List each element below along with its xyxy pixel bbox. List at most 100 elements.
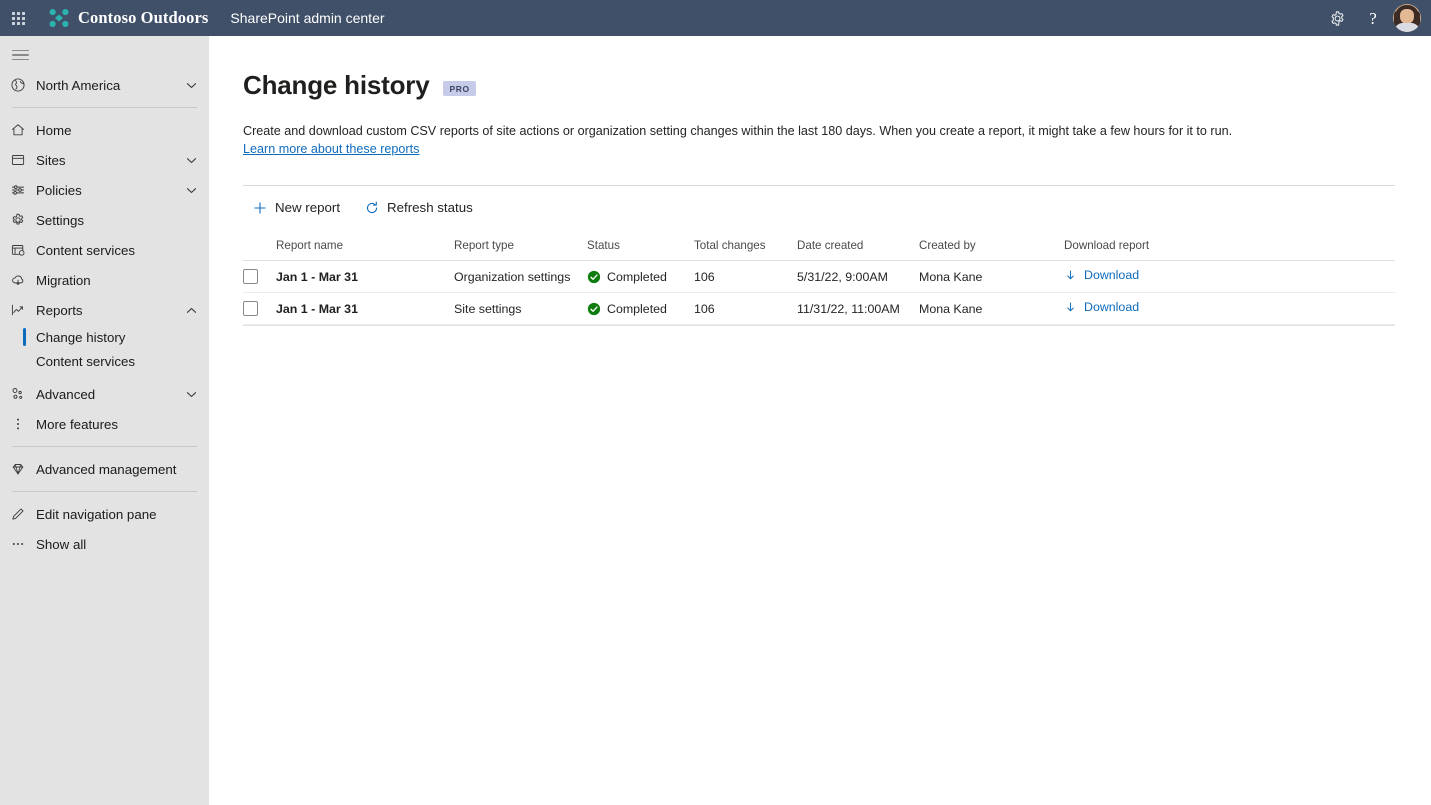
settings-button[interactable] (1319, 0, 1355, 36)
column-header-name[interactable]: Report name (276, 239, 454, 252)
row-checkbox[interactable] (243, 269, 258, 284)
cell-total-changes: 106 (694, 269, 715, 284)
nav-tenant-label: North America (36, 77, 121, 93)
ellipsis-icon (0, 529, 36, 559)
new-report-button[interactable]: New report (243, 192, 349, 224)
diamond-icon (0, 454, 36, 484)
sidebar-item-edit-navigation-label: Edit navigation pane (36, 506, 157, 522)
gear-icon-nav (0, 205, 36, 235)
avatar-face (1400, 9, 1414, 24)
gear-icon (1331, 10, 1343, 26)
cell-date-created: 11/31/22, 11:00AM (797, 301, 900, 316)
cell-created-by: Mona Kane (919, 269, 983, 284)
download-label: Download (1084, 300, 1140, 315)
chevron-down-icon-policies[interactable] (183, 185, 199, 196)
chevron-down-icon[interactable] (183, 80, 199, 91)
nav-divider-bottom (12, 491, 197, 492)
cell-total-changes: 106 (694, 301, 715, 316)
reports-icon (0, 295, 36, 325)
content-services-icon (0, 235, 36, 265)
status-completed-icon (587, 270, 601, 283)
table-row[interactable]: Jan 1 - Mar 31 Site settings Completed 1… (243, 293, 1395, 325)
chevron-down-icon-sites[interactable] (183, 155, 199, 166)
sidebar-item-home[interactable]: Home (0, 115, 209, 145)
row-checkbox[interactable] (243, 301, 258, 316)
suite-subtitle[interactable]: SharePoint admin center (230, 10, 384, 26)
refresh-status-label: Refresh status (387, 200, 473, 215)
refresh-status-button[interactable]: Refresh status (355, 192, 482, 224)
column-header-date[interactable]: Date created (797, 239, 919, 252)
left-navigation: North America Home Sites Policies Settin… (0, 36, 209, 805)
sidebar-item-edit-navigation[interactable]: Edit navigation pane (0, 499, 209, 529)
sidebar-item-reports[interactable]: Reports (0, 295, 209, 325)
waffle-icon (11, 11, 25, 25)
sidebar-item-reports-content-services-label: Content services (36, 353, 136, 369)
sidebar-item-advanced-label: Advanced (36, 386, 96, 402)
help-button[interactable]: ? (1355, 0, 1391, 36)
chevron-up-icon-reports[interactable] (183, 305, 199, 316)
column-header-download[interactable]: Download report (1064, 239, 1224, 252)
sidebar-item-sites[interactable]: Sites (0, 145, 209, 175)
nav-item-tenant[interactable]: North America (0, 70, 209, 100)
brand-link[interactable]: Contoso Outdoors (48, 8, 208, 28)
sites-icon (0, 145, 36, 175)
sidebar-item-more-features[interactable]: More features (0, 409, 209, 439)
pencil-icon (0, 499, 36, 529)
sidebar-item-settings-label: Settings (36, 212, 85, 228)
new-report-label: New report (275, 200, 341, 215)
sidebar-item-show-all-label: Show all (36, 536, 87, 552)
app-launcher-button[interactable] (0, 0, 36, 36)
sidebar-item-reports-content-services[interactable]: Content services (0, 349, 209, 373)
sidebar-item-content-services[interactable]: Content services (0, 235, 209, 265)
column-header-type[interactable]: Report type (454, 239, 587, 252)
download-link[interactable]: Download (1064, 300, 1139, 314)
sidebar-item-settings[interactable]: Settings (0, 205, 209, 235)
chevron-down-icon-advanced[interactable] (183, 389, 199, 400)
status-label: Completed (607, 269, 667, 284)
cell-report-type: Organization settings (454, 269, 571, 284)
column-header-status[interactable]: Status (587, 239, 694, 252)
sidebar-item-migration[interactable]: Migration (0, 265, 209, 295)
avatar-body (1394, 23, 1420, 32)
nav-collapse-button[interactable] (0, 40, 209, 70)
download-icon (1067, 302, 1074, 311)
table-row[interactable]: Jan 1 - Mar 31 Organization settings Com… (243, 261, 1395, 293)
sidebar-item-show-all[interactable]: Show all (0, 529, 209, 559)
suite-header-bar: Contoso Outdoors SharePoint admin center… (0, 0, 1431, 36)
column-header-total[interactable]: Total changes (694, 239, 797, 252)
refresh-icon (364, 200, 380, 216)
sidebar-item-reports-label: Reports (36, 302, 83, 318)
sidebar-item-advanced[interactable]: Advanced (0, 379, 209, 409)
cell-status: Completed (587, 270, 694, 284)
sidebar-item-policies[interactable]: Policies (0, 175, 209, 205)
status-label: Completed (607, 301, 667, 316)
cell-created-by: Mona Kane (919, 301, 983, 316)
download-link[interactable]: Download (1064, 268, 1139, 282)
column-header-created-by[interactable]: Created by (919, 239, 1064, 252)
status-completed-icon (587, 302, 601, 315)
page-description: Create and download custom CSV reports o… (243, 124, 1233, 138)
learn-more-link[interactable]: Learn more about these reports (243, 142, 419, 156)
sidebar-item-policies-label: Policies (36, 182, 82, 198)
cell-report-name: Jan 1 - Mar 31 (276, 269, 358, 284)
main-content: Change history PRO Create and download c… (209, 36, 1431, 805)
cell-download: Download (1064, 300, 1224, 317)
brand-name: Contoso Outdoors (78, 8, 209, 27)
cell-report-name: Jan 1 - Mar 31 (276, 301, 358, 316)
sidebar-item-change-history[interactable]: Change history (0, 325, 209, 349)
more-features-icon (0, 409, 36, 439)
sidebar-item-advanced-management[interactable]: Advanced management (0, 454, 209, 484)
suite-actions: ? (1319, 0, 1431, 36)
question-mark-icon: ? (1369, 8, 1377, 28)
sidebar-item-content-services-label: Content services (36, 242, 136, 258)
globe-icon (0, 70, 36, 100)
table-header-row: Report name Report type Status Total cha… (243, 231, 1395, 261)
row-select-cell (243, 301, 276, 316)
cell-report-type: Site settings (454, 301, 522, 316)
sidebar-item-more-features-label: More features (36, 416, 119, 432)
nav-divider-mid (12, 446, 197, 447)
avatar[interactable] (1393, 4, 1421, 32)
command-bar: New report Refresh status (243, 185, 1395, 227)
download-icon (1067, 270, 1074, 279)
sidebar-item-change-history-label: Change history (36, 329, 126, 345)
